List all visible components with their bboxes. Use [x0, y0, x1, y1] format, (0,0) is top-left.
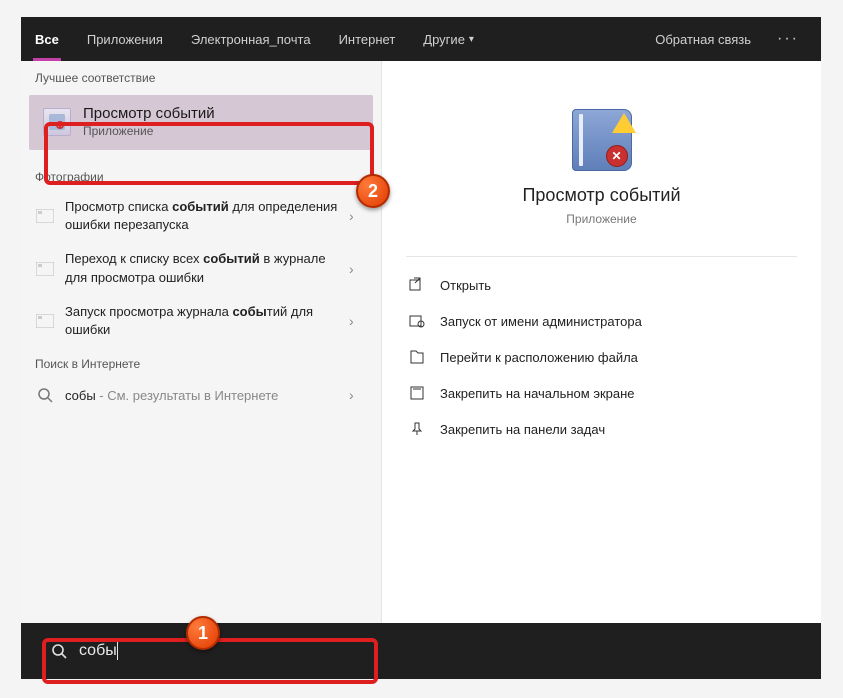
feedback-link[interactable]: Обратная связь: [643, 32, 763, 47]
pin-start-icon: [408, 384, 426, 402]
action-pin-taskbar[interactable]: Закрепить на панели задач: [406, 411, 797, 447]
tab-more-label: Другие: [423, 32, 465, 47]
chevron-right-icon: ›: [349, 387, 367, 403]
folder-icon: [408, 348, 426, 366]
action-run-admin-label: Запуск от имени администратора: [440, 314, 642, 329]
photo-result-1[interactable]: Переход к списку всех событий в журнале …: [21, 242, 381, 294]
action-open-label: Открыть: [440, 278, 491, 293]
search-input[interactable]: собы: [79, 642, 383, 660]
chevron-down-icon: ▾: [469, 34, 474, 45]
tab-apps-label: Приложения: [87, 32, 163, 47]
tab-all[interactable]: Все: [21, 17, 73, 61]
photo-result-text: Просмотр списка событий для определения …: [65, 198, 339, 234]
preview-title: Просмотр событий: [382, 185, 821, 206]
action-pin-taskbar-label: Закрепить на панели задач: [440, 422, 605, 437]
best-match-item[interactable]: ✕ Просмотр событий Приложение: [29, 95, 373, 150]
svg-text:✕: ✕: [57, 123, 62, 129]
chevron-right-icon: ›: [349, 261, 367, 277]
photos-header: Фотографии: [21, 160, 381, 190]
action-list: Открыть Запуск от имени администратора П…: [382, 261, 821, 453]
action-pin-start[interactable]: Закрепить на начальном экране: [406, 375, 797, 411]
tab-email[interactable]: Электронная_почта: [177, 17, 325, 61]
body: Лучшее соответствие ✕ Просмотр событий П…: [21, 61, 821, 623]
best-match-header: Лучшее соответствие: [21, 61, 381, 91]
web-search-header: Поиск в Интернете: [21, 347, 381, 377]
photo-result-2[interactable]: Запуск просмотра журнала событий для оши…: [21, 295, 381, 347]
tab-all-label: Все: [35, 32, 59, 47]
search-field-container[interactable]: собы: [43, 631, 383, 671]
feedback-label: Обратная связь: [655, 32, 751, 47]
action-pin-start-label: Закрепить на начальном экране: [440, 386, 635, 401]
filter-tabs: Все Приложения Электронная_почта Интерне…: [21, 17, 821, 61]
preview-panel: ✕ Просмотр событий Приложение Открыть За…: [381, 61, 821, 623]
action-open-location[interactable]: Перейти к расположению файла: [406, 339, 797, 375]
event-viewer-icon: ✕: [43, 108, 71, 136]
photo-icon: [35, 311, 55, 331]
more-button[interactable]: ···: [763, 30, 813, 48]
tab-internet[interactable]: Интернет: [325, 17, 410, 61]
pin-taskbar-icon: [408, 420, 426, 438]
tab-email-label: Электронная_почта: [191, 32, 311, 47]
tab-apps[interactable]: Приложения: [73, 17, 177, 61]
action-open-location-label: Перейти к расположению файла: [440, 350, 638, 365]
tab-more[interactable]: Другие ▾: [409, 17, 488, 61]
results-panel: Лучшее соответствие ✕ Просмотр событий П…: [21, 61, 381, 623]
photo-result-text: Запуск просмотра журнала событий для оши…: [65, 303, 339, 339]
search-bar: собы: [21, 623, 821, 679]
preview-subtitle: Приложение: [406, 212, 797, 257]
search-window: Все Приложения Электронная_почта Интерне…: [21, 17, 821, 679]
photo-result-text: Переход к списку всех событий в журнале …: [65, 250, 339, 286]
search-icon: [51, 643, 67, 659]
chevron-right-icon: ›: [349, 313, 367, 329]
best-match-subtitle: Приложение: [83, 124, 215, 138]
best-match-text: Просмотр событий Приложение: [83, 105, 215, 138]
preview-app-icon: ✕: [572, 109, 632, 171]
photo-icon: [35, 206, 55, 226]
web-search-item[interactable]: собы - См. результаты в Интернете ›: [21, 377, 381, 413]
admin-icon: [408, 312, 426, 330]
action-open[interactable]: Открыть: [406, 267, 797, 303]
best-match-section: ✕ Просмотр событий Приложение: [21, 95, 381, 150]
tab-internet-label: Интернет: [339, 32, 396, 47]
chevron-right-icon: ›: [349, 208, 367, 224]
photo-icon: [35, 259, 55, 279]
best-match-title: Просмотр событий: [83, 105, 215, 122]
web-search-text: собы - См. результаты в Интернете: [65, 388, 278, 403]
photo-result-0[interactable]: Просмотр списка событий для определения …: [21, 190, 381, 242]
search-icon: [35, 385, 55, 405]
open-icon: [408, 276, 426, 294]
action-run-admin[interactable]: Запуск от имени администратора: [406, 303, 797, 339]
